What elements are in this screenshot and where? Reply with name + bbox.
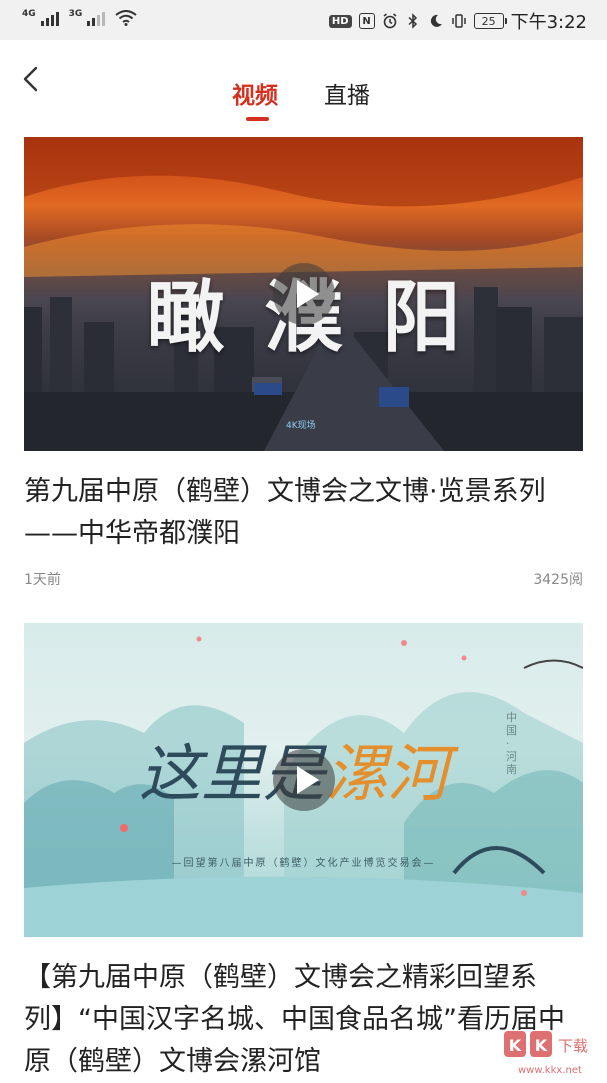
status-time: 下午3:22: [510, 12, 587, 33]
hd-badge: HD: [328, 14, 352, 28]
active-tab-indicator: [246, 117, 269, 121]
video-thumbnail[interactable]: 这里是漯河 中国·河南 —回望第八届中原（鹤壁）文化产业博览交易会—: [24, 623, 583, 937]
video-thumbnail[interactable]: 瞰濮阳 4K现场: [24, 137, 583, 451]
svg-text:www.kkx.net: www.kkx.net: [518, 1065, 582, 1076]
wifi-icon: [115, 10, 137, 26]
moon-icon: [430, 14, 442, 27]
thumbnail-watermark: 4K现场: [286, 421, 316, 431]
battery-icon: 25: [473, 13, 507, 29]
video-meta: 1天前 3425阅: [24, 569, 583, 599]
nfc-icon: N: [358, 13, 375, 29]
video-time: 1天前: [24, 572, 61, 588]
tab-live[interactable]: 直播: [324, 76, 370, 110]
video-card[interactable]: 这里是漯河 中国·河南 —回望第八届中原（鹤壁）文化产业博览交易会— 【第九届中…: [24, 623, 583, 1083]
svg-text:下载: 下载: [558, 1037, 588, 1055]
video-views: 3425阅: [533, 572, 583, 588]
signal-group: 4G 3G: [22, 10, 137, 26]
play-icon[interactable]: [272, 749, 335, 811]
thumbnail-title-accent: 漯河: [325, 737, 450, 810]
chevron-left-icon[interactable]: [18, 62, 48, 98]
vibrate-icon: [451, 14, 466, 28]
watermark-logo: K K 下载 www.kkx.net: [504, 1031, 588, 1076]
alarm-icon: [383, 13, 397, 29]
video-card[interactable]: 瞰濮阳 4K现场 第九届中原（鹤壁）文博会之文博·览景系列——中华帝都濮阳 1天…: [24, 137, 583, 599]
video-title[interactable]: 第九届中原（鹤壁）文博会之文博·览景系列——中华帝都濮阳: [24, 471, 583, 555]
top-nav: 视频 直播: [0, 40, 607, 130]
play-icon[interactable]: [272, 263, 335, 325]
bluetooth-icon: [408, 13, 417, 29]
status-icons: HD N 25 下午3:22: [328, 8, 587, 34]
svg-text:K: K: [535, 1036, 548, 1055]
tab-video[interactable]: 视频: [232, 76, 278, 110]
thumbnail-side-text: 中国·河南: [506, 711, 517, 776]
signal-icon: [40, 10, 59, 26]
signal-icon-2: [87, 10, 106, 26]
network-type-2: 3G: [68, 9, 83, 19]
svg-text:K: K: [509, 1036, 522, 1055]
thumbnail-subtitle: —回望第八届中原（鹤壁）文化产业博览交易会—: [171, 858, 436, 869]
network-type-1: 4G: [22, 9, 36, 19]
status-bar: 4G 3G HD N 25 下午3:22: [0, 0, 607, 40]
